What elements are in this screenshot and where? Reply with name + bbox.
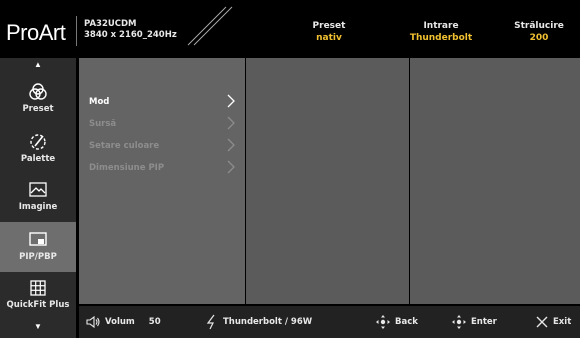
osd-header: ProArt PA32UCDM 3840 x 2160_240Hz Preset… xyxy=(0,0,580,58)
menu-item-label: Dimensiune PIP xyxy=(89,163,165,173)
model-name: PA32UCDM xyxy=(84,19,137,29)
input-status-label: Intrare xyxy=(423,21,459,31)
sidebar-item-label: Imagine xyxy=(18,202,58,212)
menu-item-mod[interactable]: Mod xyxy=(79,91,245,113)
palette-icon xyxy=(30,134,46,150)
sidebar-item-imagine[interactable]: Imagine xyxy=(0,174,76,224)
speaker-icon xyxy=(86,315,100,329)
menu-item-label: Sursă xyxy=(89,119,117,129)
proart-logo: ProArt xyxy=(6,20,66,45)
menu-panel-level-3 xyxy=(410,58,580,304)
volume-value: 50 xyxy=(148,317,161,327)
exit-hint[interactable]: Exit xyxy=(535,306,571,338)
sidebar-item-quickfit-plus[interactable]: QuickFit Plus xyxy=(0,272,76,322)
sidebar-item-preset[interactable]: Preset xyxy=(0,74,76,124)
osd-footer: Volum 50 Thunderbolt / 96W Back Enter Ex… xyxy=(79,306,580,338)
sidebar-item-label: PIP/PBP xyxy=(19,252,57,262)
preset-status: Preset nativ xyxy=(298,20,360,44)
menu-item-setare-culoare[interactable]: Setare culoare xyxy=(79,135,245,157)
scroll-up-icon[interactable]: ▲ xyxy=(0,60,76,69)
menu-panel-level-2 xyxy=(246,58,409,304)
menu-item-dimensiune-pip[interactable]: Dimensiune PIP xyxy=(79,157,245,179)
close-icon xyxy=(536,316,548,328)
exit-label: Exit xyxy=(553,317,572,327)
menu-item-label: Setare culoare xyxy=(89,141,160,151)
sidebar-item-label: Palette xyxy=(20,154,56,164)
back-label: Back xyxy=(395,317,418,327)
sidebar-item-palette[interactable]: Palette xyxy=(0,124,76,174)
decorative-slashes xyxy=(187,6,233,46)
enter-hint[interactable]: Enter xyxy=(451,306,497,338)
back-hint[interactable]: Back xyxy=(375,306,418,338)
joystick-left-icon xyxy=(376,315,390,329)
lightning-icon xyxy=(206,314,215,330)
preset-status-label: Preset xyxy=(312,21,346,31)
chevron-right-icon xyxy=(227,138,235,152)
sidebar-item-pip-pbp[interactable]: PIP/PBP xyxy=(0,222,76,272)
power-source-indicator: Thunderbolt / 96W xyxy=(205,306,312,338)
menu-item-label: Mod xyxy=(89,97,110,107)
sidebar-item-label: QuickFit Plus xyxy=(6,300,70,310)
enter-label: Enter xyxy=(471,317,497,327)
sidebar: ▲ Preset Palette Imagine PIP/PBP QuickFi… xyxy=(0,58,76,338)
brightness-status-value: 200 xyxy=(529,33,549,43)
model-info: PA32UCDM 3840 x 2160_240Hz xyxy=(84,19,177,41)
pip-pbp-icon xyxy=(29,232,47,246)
sidebar-item-label: Preset xyxy=(22,104,54,114)
volume-label: Volum xyxy=(105,317,135,327)
menu-panel-level-1: Mod Sursă Setare culoare Dimensiune PIP xyxy=(79,58,245,304)
volume-indicator: Volum 50 xyxy=(85,306,161,338)
input-status-value: Thunderbolt xyxy=(409,33,473,43)
resolution: 3840 x 2160_240Hz xyxy=(84,30,177,40)
brightness-status: Strălucire 200 xyxy=(504,20,574,44)
grid-icon xyxy=(30,280,46,296)
menu-item-sursa[interactable]: Sursă xyxy=(79,113,245,135)
preset-status-value: nativ xyxy=(316,33,342,43)
scroll-down-icon[interactable]: ▼ xyxy=(0,322,76,331)
joystick-press-icon xyxy=(452,315,466,329)
brightness-status-label: Strălucire xyxy=(514,21,564,31)
chevron-right-icon xyxy=(227,94,235,108)
header-divider xyxy=(76,16,77,46)
chevron-right-icon xyxy=(227,116,235,130)
chevron-right-icon xyxy=(227,160,235,174)
power-source-label: Thunderbolt / 96W xyxy=(223,317,313,327)
preset-icon xyxy=(29,83,47,100)
input-status: Intrare Thunderbolt xyxy=(402,20,480,44)
image-icon xyxy=(29,182,47,197)
